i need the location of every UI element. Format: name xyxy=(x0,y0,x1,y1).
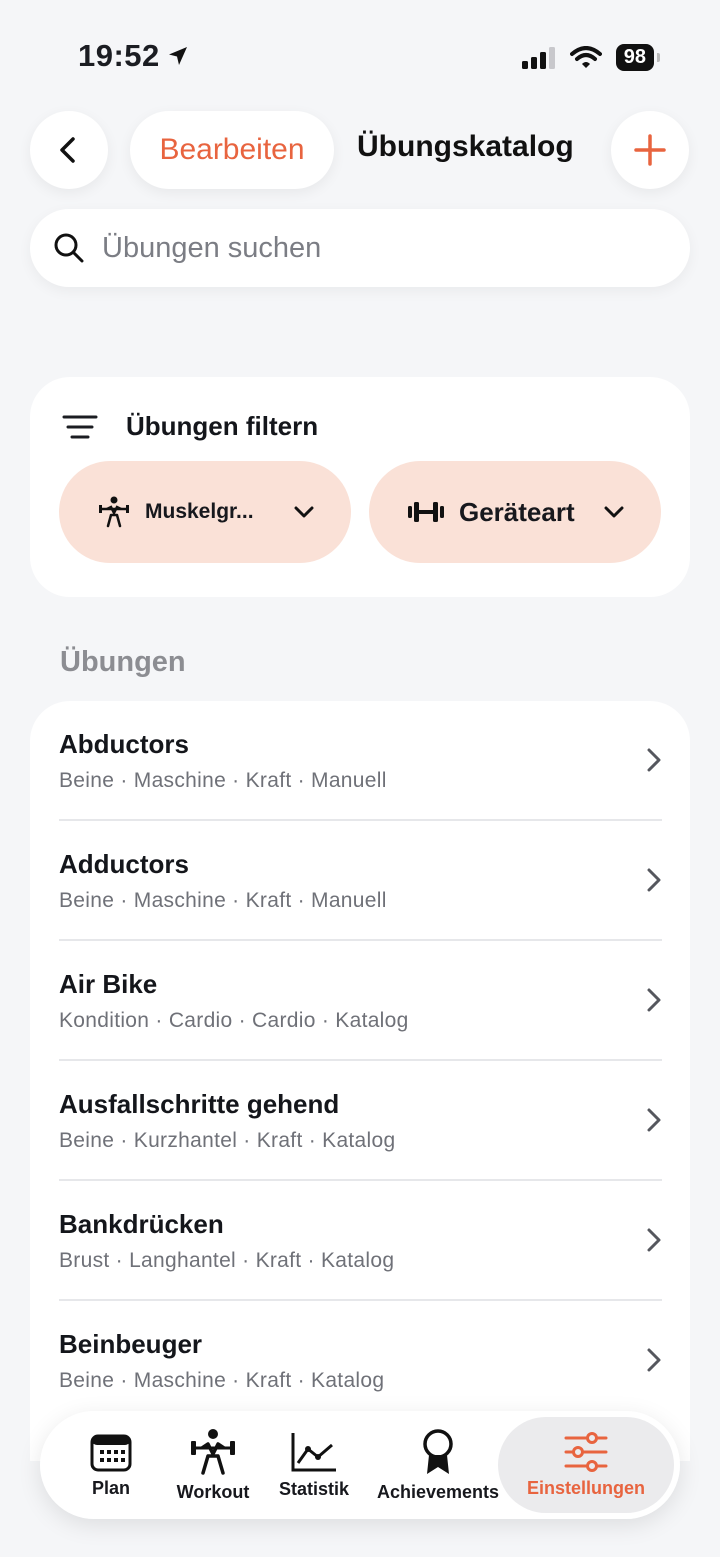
tab-label: Plan xyxy=(91,1477,130,1498)
exercise-list: Abductors Beine · Maschine · Kraft · Man… xyxy=(30,701,690,1461)
edit-button[interactable]: Bearbeiten xyxy=(130,111,334,189)
chevron-right-icon xyxy=(647,868,661,892)
tab-label: Workout xyxy=(176,1481,250,1502)
exercise-row[interactable]: Air Bike Kondition · Cardio · Cardio · K… xyxy=(30,941,690,1061)
exercise-name: Ausfallschritte gehend xyxy=(59,1089,340,1119)
chevron-right-icon xyxy=(647,748,661,772)
sliders-icon xyxy=(564,1431,608,1472)
weightlifter-icon xyxy=(191,1428,235,1475)
filter-lines-icon xyxy=(62,415,98,438)
back-button[interactable] xyxy=(30,111,108,189)
exercise-meta: Beine · Maschine · Kraft · Katalog xyxy=(59,1369,385,1392)
weightlifter-icon xyxy=(99,496,129,528)
add-button[interactable] xyxy=(611,111,689,189)
filter-header: Übungen filtern xyxy=(62,411,318,442)
filter-card: Übungen filtern Muskelgr... Geräteart xyxy=(30,377,690,597)
chevron-right-icon xyxy=(647,1228,661,1252)
tab-statistik[interactable]: Statistik xyxy=(272,1411,356,1519)
tab-label: Achievements xyxy=(376,1481,500,1502)
page-title: Übungskatalog xyxy=(357,130,574,163)
section-title: Übungen xyxy=(60,646,186,678)
wifi-icon xyxy=(569,45,602,68)
exercise-meta: Beine · Maschine · Kraft · Manuell xyxy=(59,889,387,912)
tab-bar: Plan Workout Statistik Achievements Eins… xyxy=(40,1411,680,1519)
exercise-name: Bankdrücken xyxy=(59,1209,224,1239)
tab-einstellungen[interactable]: Einstellungen xyxy=(498,1417,674,1513)
muscle-group-filter[interactable]: Muskelgr... xyxy=(59,461,351,563)
calendar-icon xyxy=(90,1434,132,1471)
chevron-down-icon xyxy=(294,506,314,518)
exercise-name: Abductors xyxy=(59,729,189,759)
dumbbell-icon xyxy=(408,502,444,522)
muscle-group-filter-label: Muskelgr... xyxy=(145,500,254,523)
tab-label: Statistik xyxy=(278,1478,350,1499)
exercise-name: Adductors xyxy=(59,849,189,879)
award-icon xyxy=(423,1428,453,1474)
exercise-row[interactable]: Beinbeuger Beine · Maschine · Kraft · Ka… xyxy=(30,1301,690,1421)
exercise-row[interactable]: Bankdrücken Brust · Langhantel · Kraft ·… xyxy=(30,1181,690,1301)
battery-indicator: 98 xyxy=(615,44,661,71)
chevron-right-icon xyxy=(647,1348,661,1372)
plus-icon xyxy=(634,134,666,166)
exercise-row[interactable]: Ausfallschritte gehend Beine · Kurzhante… xyxy=(30,1061,690,1181)
equipment-type-filter-label: Geräteart xyxy=(459,496,575,527)
search-input[interactable] xyxy=(100,230,644,266)
signal-icon xyxy=(521,46,555,69)
exercise-row[interactable]: Adductors Beine · Maschine · Kraft · Man… xyxy=(30,821,690,941)
exercise-name: Beinbeuger xyxy=(59,1329,203,1359)
status-time: 19:52 xyxy=(78,38,190,74)
chart-icon xyxy=(291,1432,336,1471)
status-time-text: 19:52 xyxy=(78,38,160,73)
search-bar[interactable] xyxy=(30,209,690,287)
chevron-right-icon xyxy=(647,988,661,1012)
tab-workout[interactable]: Workout xyxy=(172,1411,254,1519)
filter-title: Übungen filtern xyxy=(126,411,319,441)
search-icon xyxy=(54,233,84,263)
chevron-left-icon xyxy=(60,137,75,163)
exercise-meta: Beine · Maschine · Kraft · Manuell xyxy=(59,769,387,792)
exercise-name: Air Bike xyxy=(59,969,158,999)
exercise-meta: Beine · Kurzhantel · Kraft · Katalog xyxy=(59,1129,396,1152)
chevron-down-icon xyxy=(604,506,624,518)
status-icons: 98 xyxy=(521,44,661,71)
tab-achievements[interactable]: Achievements xyxy=(374,1411,502,1519)
tab-plan[interactable]: Plan xyxy=(70,1411,152,1519)
location-arrow-icon xyxy=(168,47,187,65)
exercise-row[interactable]: Abductors Beine · Maschine · Kraft · Man… xyxy=(30,701,690,821)
exercise-meta: Brust · Langhantel · Kraft · Katalog xyxy=(59,1249,395,1272)
chevron-right-icon xyxy=(647,1108,661,1132)
exercise-meta: Kondition · Cardio · Cardio · Katalog xyxy=(59,1009,409,1032)
tab-label: Einstellungen xyxy=(526,1477,645,1498)
equipment-type-filter[interactable]: Geräteart xyxy=(369,461,661,563)
